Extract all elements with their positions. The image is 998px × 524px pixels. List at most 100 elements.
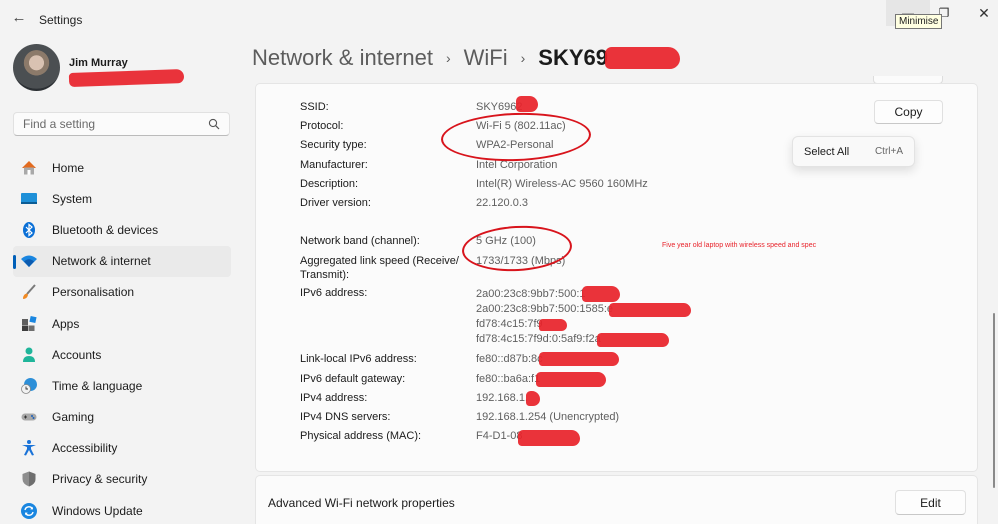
property-label: IPv4 address: (300, 391, 368, 404)
accessibility-icon (20, 439, 38, 457)
wifi-icon (20, 252, 38, 270)
property-row: Aggregated link speed (Receive/ Transmit… (300, 251, 860, 282)
annotation-note: Five year old laptop with wireless speed… (662, 242, 817, 249)
sidebar-item-privacy-security[interactable]: Privacy & security (13, 464, 231, 495)
redaction-mark (538, 352, 619, 367)
redaction-mark (609, 302, 692, 317)
bluetooth-icon (20, 221, 38, 239)
arrow-left-icon: ← (11, 9, 27, 26)
sidebar-item-bluetooth[interactable]: Bluetooth & devices (13, 214, 231, 245)
scrollbar[interactable] (993, 313, 995, 488)
search-input[interactable] (14, 113, 229, 135)
property-value: Intel(R) Wireless-AC 9560 160MHz (476, 177, 648, 190)
sidebar-item-apps[interactable]: Apps (13, 308, 231, 339)
property-label: Physical address (MAC): (300, 430, 422, 443)
sidebar-item-label: System (52, 191, 93, 206)
ipv6-value: 2a00:23c8:9bb7:500:1585:e (476, 303, 614, 316)
property-value: fe80::ba6a:f1 (476, 372, 541, 385)
select-all-menu-item[interactable]: Select All (804, 146, 849, 158)
property-label: IPv6 address: (300, 287, 368, 300)
sidebar-item-label: Personalisation (52, 285, 135, 300)
gamepad-icon (20, 408, 38, 426)
close-icon: ✕ (978, 5, 990, 21)
ipv6-value: fd78:4c15:7f9d:0:5af9:f2a (476, 333, 601, 346)
sidebar-item-gaming[interactable]: Gaming (13, 402, 231, 433)
redaction-mark (526, 390, 540, 406)
redaction-mark (581, 286, 620, 303)
breadcrumb-current: SKY69 (538, 45, 609, 70)
property-label: Manufacturer: (300, 158, 368, 171)
back-button[interactable]: ← (10, 9, 28, 27)
property-value: 22.120.0.3 (476, 197, 528, 210)
property-value-list: 2a00:23c8:9bb7:500:1 2a00:23c8:9bb7:500:… (476, 284, 692, 347)
edit-button[interactable]: Edit (895, 490, 966, 515)
sidebar-item-label: Accounts (52, 347, 102, 362)
copy-button[interactable]: Copy (874, 100, 943, 124)
property-row: IPv4 DNS servers: 192.168.1.254 (Unencry… (300, 408, 860, 427)
sidebar-item-system[interactable]: System (13, 183, 231, 214)
property-value: 192.168.1. (476, 391, 528, 404)
redaction-mark (596, 332, 669, 347)
property-label: IPv4 DNS servers: (300, 411, 391, 424)
paintbrush-icon (20, 283, 38, 301)
app-title: Settings (39, 13, 83, 27)
sidebar-item-label: Accessibility (52, 441, 118, 456)
property-value: F4-D1-08 (476, 430, 523, 443)
chevron-right-icon: › (520, 50, 526, 66)
close-button[interactable]: ✕ (962, 0, 998, 26)
sidebar-item-personalisation[interactable]: Personalisation (13, 277, 231, 308)
sidebar-item-label: Time & language (52, 378, 143, 393)
sidebar-item-label: Home (52, 160, 85, 175)
redaction-mark (516, 96, 539, 112)
property-label: Network band (channel): (300, 235, 420, 248)
ipv6-value: 2a00:23c8:9bb7:500:1 (476, 288, 586, 301)
sidebar-item-time-language[interactable]: Time & language (13, 370, 231, 401)
property-row: Driver version: 22.120.0.3 (300, 194, 860, 213)
property-row: IPv6 default gateway: fe80::ba6a:f1 (300, 370, 860, 389)
sidebar-item-home[interactable]: Home (13, 152, 231, 183)
sidebar-item-label: Privacy & security (52, 472, 148, 487)
sidebar-item-network[interactable]: Network & internet (13, 245, 231, 277)
sidebar-item-label: Apps (52, 316, 80, 331)
system-display-icon (20, 190, 38, 208)
advanced-wifi-label: Advanced Wi-Fi network properties (268, 496, 455, 510)
sidebar-item-accounts[interactable]: Accounts (13, 339, 231, 370)
redaction-mark (605, 47, 681, 69)
property-row: IPv6 address: 2a00:23c8:9bb7:500:1 2a00:… (300, 282, 860, 347)
sidebar-nav: Home System Bluetooth & devices Network … (13, 152, 231, 524)
search-box[interactable] (13, 112, 230, 136)
property-label: Link-local IPv6 address: (300, 353, 417, 366)
redaction-mark (518, 430, 581, 447)
minimise-tooltip: Minimise (895, 14, 943, 29)
breadcrumb-network-internet[interactable]: Network & internet (252, 45, 433, 71)
shield-icon (20, 470, 38, 488)
property-label: Description: (300, 177, 359, 190)
sidebar-item-label: Bluetooth & devices (52, 222, 159, 237)
sidebar-item-accessibility[interactable]: Accessibility (13, 433, 231, 464)
property-row: IPv4 address: 192.168.1. (300, 389, 860, 408)
title-bar: ← Settings — ❐ ✕ Minimise (0, 0, 998, 38)
user-email-redacted (68, 68, 185, 88)
property-label: IPv6 default gateway: (300, 372, 406, 385)
sidebar-item-label: Windows Update (52, 503, 143, 518)
sidebar-item-windows-update[interactable]: Windows Update (13, 495, 231, 524)
property-label: Aggregated link speed (Receive/ Transmit… (300, 255, 459, 282)
home-icon (20, 159, 38, 177)
property-row: Link-local IPv6 address: fe80::d87b:8c (300, 350, 860, 369)
select-all-shortcut: Ctrl+A (874, 146, 903, 157)
redaction-mark (536, 371, 607, 387)
account-icon (20, 346, 38, 364)
property-value: 192.168.1.254 (Unencrypted) (476, 411, 620, 424)
property-label: Driver version: (300, 197, 371, 210)
search-icon (208, 118, 220, 130)
sidebar-item-label: Network & internet (52, 254, 151, 269)
avatar (13, 44, 60, 91)
sidebar-item-label: Gaming (52, 410, 95, 425)
breadcrumb-wifi[interactable]: WiFi (464, 45, 508, 71)
property-row: Physical address (MAC): F4-D1-08 (300, 427, 860, 447)
property-row: SSID: SKY6962 (300, 96, 860, 117)
properties-list: SSID: SKY6962 Protocol: Wi-Fi 5 (802.11a… (300, 96, 860, 447)
ipv6-value: fd78:4c15:7f9 (476, 318, 543, 331)
property-row: Manufacturer: Intel Corporation (300, 156, 860, 175)
property-label: SSID: (300, 101, 329, 113)
